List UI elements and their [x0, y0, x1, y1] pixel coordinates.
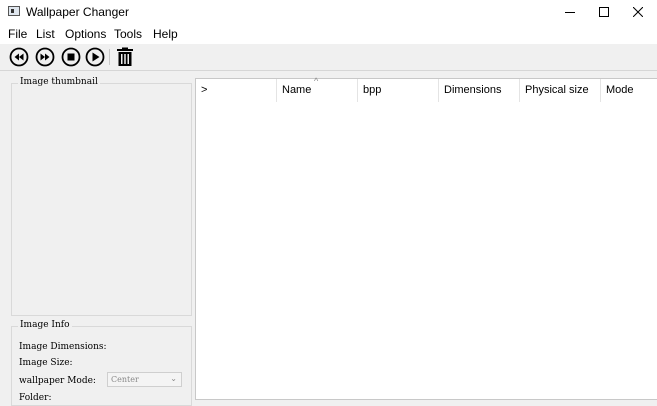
- minimize-button[interactable]: [551, 0, 589, 24]
- column-header-bpp[interactable]: bpp: [358, 79, 439, 102]
- play-icon: [85, 47, 105, 67]
- sort-ascending-icon: ^: [314, 76, 319, 86]
- delete-button[interactable]: [115, 47, 135, 67]
- wallpaper-mode-label: wallpaper Mode:: [19, 376, 96, 386]
- thumbnail-group-title: Image thumbnail: [18, 77, 100, 87]
- fast-forward-icon: [35, 47, 55, 67]
- folder-label: Folder:: [19, 393, 52, 403]
- menu-bar: File List Options Tools Help: [0, 24, 657, 44]
- minimize-icon: [565, 12, 575, 13]
- menu-list[interactable]: List: [36, 27, 55, 41]
- menu-tools[interactable]: Tools: [114, 27, 142, 41]
- menu-help[interactable]: Help: [153, 27, 178, 41]
- maximize-button[interactable]: [585, 0, 623, 24]
- close-icon: [633, 7, 643, 17]
- left-panel: Image thumbnail Image Info Image Dimensi…: [6, 73, 193, 406]
- window-title: Wallpaper Changer: [26, 5, 129, 19]
- close-button[interactable]: [619, 0, 657, 24]
- next-button[interactable]: [35, 47, 55, 67]
- stop-button[interactable]: [61, 47, 81, 67]
- previous-button[interactable]: [9, 47, 29, 67]
- image-info-group-title: Image Info: [18, 320, 72, 330]
- image-list[interactable]: > Name ^ bpp Dimensions Physical size Mo…: [195, 76, 657, 400]
- column-header-mode[interactable]: Mode: [601, 79, 657, 102]
- column-header-physical-size[interactable]: Physical size: [520, 79, 601, 102]
- column-header-dimensions[interactable]: Dimensions: [439, 79, 520, 102]
- image-dimensions-label: Image Dimensions:: [19, 342, 107, 352]
- menu-file[interactable]: File: [8, 27, 27, 41]
- thumbnail-group: Image thumbnail: [11, 77, 192, 316]
- maximize-icon: [599, 7, 609, 17]
- toolbar-separator: [109, 49, 110, 65]
- wallpaper-mode-select[interactable]: Center ⌄: [107, 372, 182, 387]
- menu-options[interactable]: Options: [65, 27, 106, 41]
- play-button[interactable]: [85, 47, 105, 67]
- app-icon: [8, 6, 20, 16]
- trash-icon: [117, 47, 133, 66]
- toolbar: [0, 44, 657, 70]
- toolbar-divider: [0, 70, 657, 71]
- column-header-selector[interactable]: >: [196, 79, 277, 102]
- rewind-icon: [9, 47, 29, 67]
- wallpaper-mode-value: Center: [111, 375, 139, 384]
- title-bar: Wallpaper Changer: [0, 0, 657, 24]
- chevron-down-icon: ⌄: [170, 374, 177, 383]
- image-size-label: Image Size:: [19, 358, 73, 368]
- stop-icon: [61, 47, 81, 67]
